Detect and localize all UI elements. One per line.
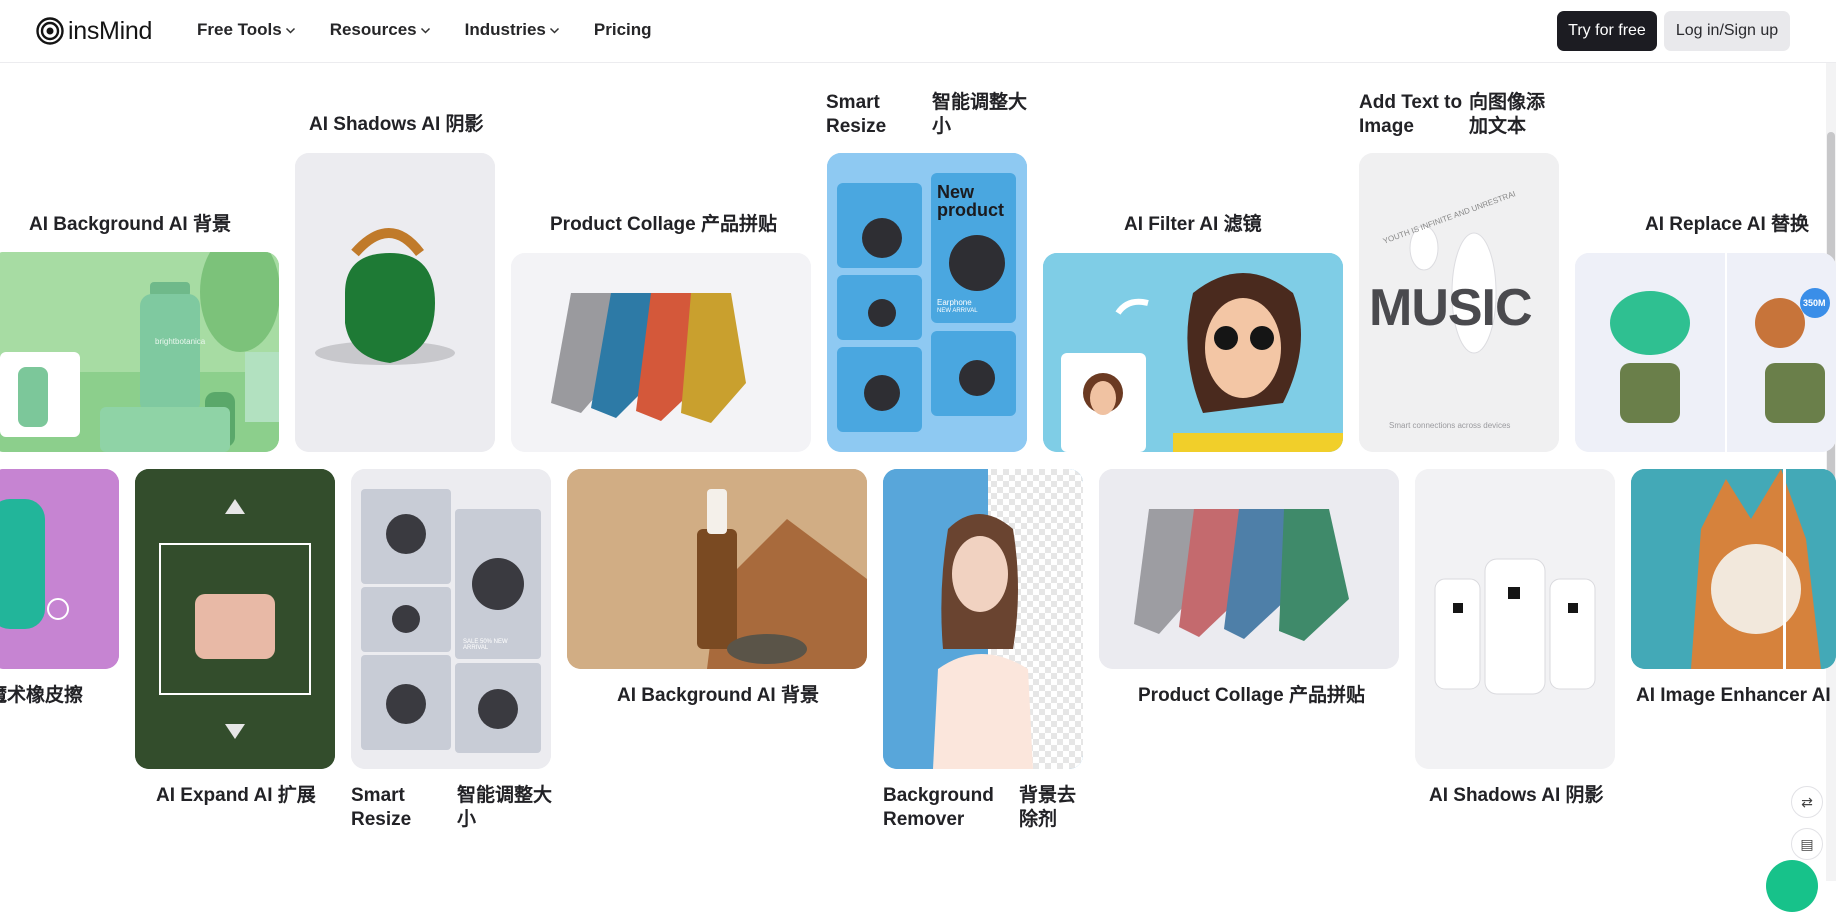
corgi-enhance-image	[1631, 469, 1836, 669]
expand-bag-image	[135, 469, 335, 769]
tool-label-product-collage-2: Product Collage 产品拼贴	[1138, 685, 1365, 706]
headphone-sale-image	[351, 469, 551, 769]
nav-label: Industries	[464, 20, 546, 39]
tool-label-ai-shadows: AI Shadows AI 阴影	[309, 114, 484, 135]
magic-eraser-image	[0, 469, 119, 669]
brand-name: insMind	[68, 16, 153, 45]
tool-label-magic-eraser: 魔术橡皮擦	[0, 685, 84, 706]
tool-card-add-text[interactable]: MUSIC YOUTH IS INFINITE AND UNRESTRAI Sm…	[1359, 153, 1559, 452]
sale-text: SALE 50% NEW ARRIVAL	[463, 639, 508, 651]
nav-label: Pricing	[593, 20, 652, 39]
tool-card-smart-resize[interactable]: New product Earphone NEW ARRIVAL	[827, 153, 1027, 452]
tool-label-smart-resize-2: Smart Resize 智能调整大小	[351, 784, 557, 832]
tool-card-magic-eraser[interactable]	[0, 469, 119, 669]
air-purifier-image	[1415, 469, 1615, 769]
tool-card-ai-shadows[interactable]	[295, 153, 495, 452]
cartoon-woman-image	[1043, 253, 1343, 452]
tool-card-ai-image-enhancer[interactable]	[1631, 469, 1836, 669]
pastel-socks-image	[1099, 469, 1399, 669]
tool-label-ai-image-enhancer: AI Image Enhancer AI	[1636, 685, 1831, 706]
chevron-down-icon	[420, 27, 430, 34]
woman-remover-image	[883, 469, 1083, 769]
label-cn: 向图像添加文本	[1469, 92, 1546, 137]
label-cn: 智能调整大小	[457, 785, 553, 830]
ad-subtitle-text: Earphone	[937, 298, 972, 307]
chevron-down-icon	[285, 27, 295, 34]
tool-label-smart-resize: Smart Resize 智能调整大小	[826, 91, 1032, 139]
label-en: Smart Resize	[826, 92, 887, 137]
nav-label: Resources	[329, 20, 417, 39]
socks-image	[511, 253, 811, 452]
logo-icon	[36, 17, 64, 45]
label-en: Background Remover	[883, 785, 994, 830]
label-cn: 智能调整大小	[932, 92, 1028, 137]
tool-card-ai-expand[interactable]	[135, 469, 335, 769]
tool-card-smart-resize-2[interactable]: SALE 50% NEW ARRIVAL	[351, 469, 551, 769]
label-cn: 背景去除剂	[1019, 785, 1077, 830]
tool-card-ai-shadows-2[interactable]	[1415, 469, 1615, 769]
tool-label-ai-expand: AI Expand AI 扩展	[156, 785, 316, 806]
tool-label-background-remover: Background Remover 背景去除剂	[883, 784, 1083, 832]
brand-logo[interactable]: insMind	[36, 14, 152, 48]
nav-resources[interactable]: Resources	[330, 18, 431, 42]
nav-free-tools[interactable]: Free Tools	[197, 18, 296, 42]
tool-label-ai-background: AI Background AI 背景	[29, 214, 231, 235]
serum-bottle-image	[567, 469, 867, 669]
chat-fab[interactable]	[1766, 860, 1818, 912]
chevron-down-icon	[549, 27, 559, 34]
bottle-brand-text: brightbotanica	[155, 337, 206, 346]
plant-replace-image	[1575, 253, 1836, 452]
nav-label: Free Tools	[197, 20, 282, 39]
try-for-free-button[interactable]: Try for free	[1557, 11, 1657, 51]
tool-label-add-text: Add Text to Image 向图像添加文本	[1359, 91, 1559, 139]
ad-title-text: New product	[937, 182, 1004, 220]
tool-card-ai-replace[interactable]: 350M	[1575, 253, 1836, 452]
tool-card-product-collage[interactable]	[511, 253, 811, 452]
tool-label-ai-filter: AI Filter AI 滤镜	[1124, 214, 1262, 235]
book-icon[interactable]: ▤	[1791, 828, 1823, 860]
tool-card-ai-filter[interactable]	[1043, 253, 1343, 452]
count-badge: 350M	[1803, 298, 1826, 308]
main-nav: Free Tools Resources Industries Pricing	[197, 18, 686, 42]
nav-industries[interactable]: Industries	[465, 18, 560, 42]
login-signup-button[interactable]: Log in/Sign up	[1664, 11, 1790, 51]
green-handbag-image	[295, 153, 495, 452]
poster-footer-text: Smart connections across devices	[1389, 421, 1511, 430]
tool-card-ai-background[interactable]: brightbotanica	[0, 252, 279, 452]
ai-background-image	[0, 252, 279, 452]
tool-card-product-collage-2[interactable]	[1099, 469, 1399, 669]
top-navbar: insMind Free Tools Resources Industries …	[0, 0, 1836, 63]
poster-music-text: MUSIC	[1369, 279, 1533, 337]
tool-card-ai-background-2[interactable]	[567, 469, 867, 669]
tool-label-ai-background-2: AI Background AI 背景	[617, 685, 819, 706]
tool-label-ai-shadows-2: AI Shadows AI 阴影	[1429, 785, 1604, 806]
label-en: Add Text to Image	[1359, 92, 1463, 137]
tool-label-product-collage: Product Collage 产品拼贴	[550, 214, 777, 235]
label-en: Smart Resize	[351, 785, 412, 830]
tool-label-ai-replace: AI Replace AI 替换	[1645, 214, 1810, 235]
ad-arrival-text: NEW ARRIVAL	[937, 308, 978, 314]
translate-icon[interactable]: ⇄	[1791, 786, 1823, 818]
nav-pricing[interactable]: Pricing	[594, 18, 652, 42]
tool-card-background-remover[interactable]	[883, 469, 1083, 769]
